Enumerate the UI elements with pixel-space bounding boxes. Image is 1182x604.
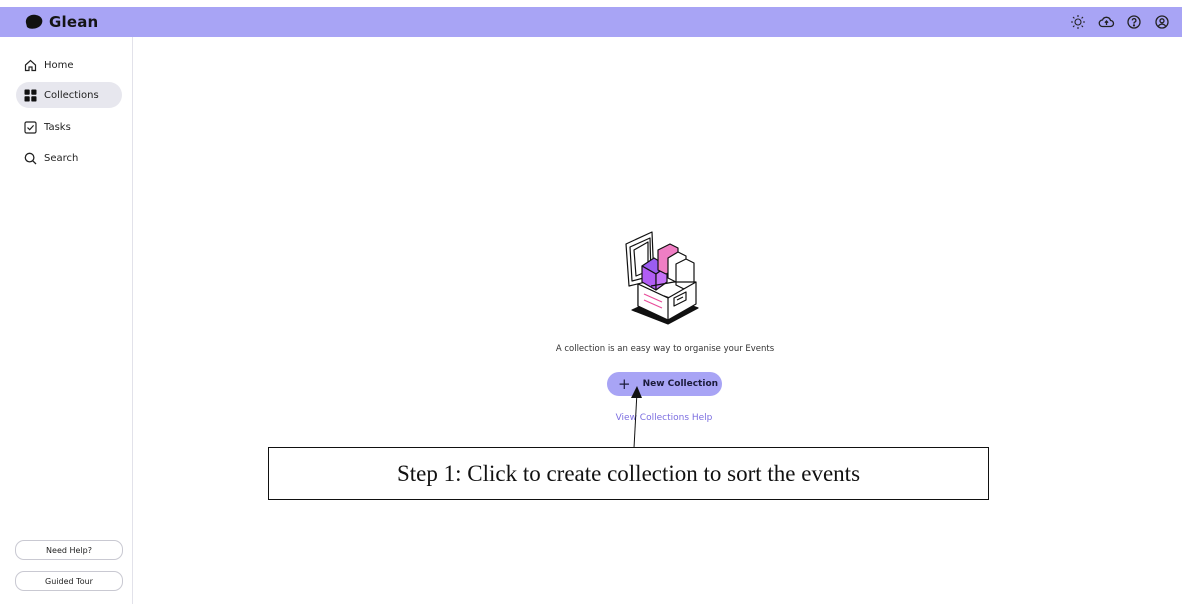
search-icon [23, 151, 37, 165]
empty-collection-illustration [624, 224, 704, 328]
user-circle-icon[interactable] [1152, 12, 1172, 32]
sidebar-item-search[interactable]: Search [16, 145, 122, 171]
grid-icon [23, 88, 37, 102]
cloud-upload-icon[interactable] [1096, 12, 1116, 32]
view-collections-help-link[interactable]: View Collections Help [564, 413, 764, 423]
sidebar: Home Collections Tasks Search Need Help?… [0, 37, 133, 604]
sidebar-item-label: Search [44, 152, 79, 164]
home-icon [23, 58, 37, 72]
top-bar: Glean [0, 7, 1182, 37]
new-collection-label: New Collection [642, 379, 719, 389]
sidebar-item-collections[interactable]: Collections [16, 82, 122, 108]
help-circle-icon[interactable] [1124, 12, 1144, 32]
annotation-text: Step 1: Click to create collection to so… [396, 460, 861, 486]
glean-logo-icon [24, 14, 44, 30]
sidebar-item-tasks[interactable]: Tasks [16, 114, 122, 140]
app-logo[interactable]: Glean [24, 12, 98, 32]
sidebar-item-label: Home [44, 59, 74, 71]
guided-tour-button[interactable]: Guided Tour [15, 571, 123, 591]
need-help-button[interactable]: Need Help? [15, 540, 123, 560]
checkbox-icon [23, 120, 37, 134]
sidebar-item-home[interactable]: Home [16, 52, 122, 78]
annotation-callout: Step 1: Click to create collection to so… [268, 447, 989, 500]
sun-icon[interactable] [1068, 12, 1088, 32]
empty-state-message: A collection is an easy way to organise … [555, 344, 775, 354]
sidebar-item-label: Tasks [44, 121, 71, 133]
annotation-arrow [631, 386, 642, 449]
sidebar-item-label: Collections [44, 89, 99, 101]
app-name: Glean [49, 13, 99, 31]
